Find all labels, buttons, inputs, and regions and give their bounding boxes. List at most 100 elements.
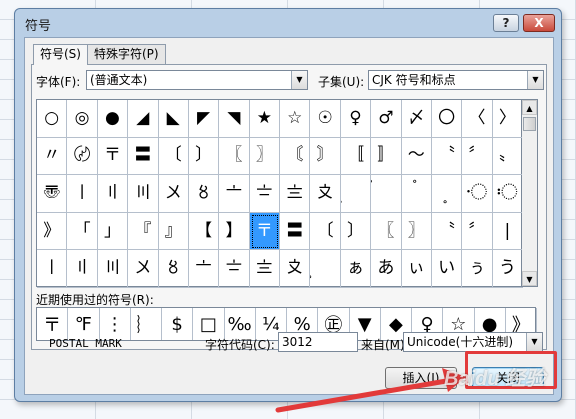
symbol-cell[interactable]: 〛 [371,137,402,176]
symbol-cell[interactable]: 〡 [67,175,98,213]
symbol-cell[interactable]: 〉 [492,100,523,138]
tab-special-characters[interactable]: 特殊字符(P) [87,44,166,64]
symbol-cell[interactable]: 〇 [431,100,463,138]
symbol-cell[interactable]: 〖 [371,212,402,251]
symbol-cell[interactable]: ☉ [310,100,341,138]
symbol-cell[interactable]: 〪 [310,250,341,288]
symbol-cell[interactable]: 〥 [158,250,189,288]
close-window-button[interactable]: X [523,14,555,32]
symbol-cell[interactable]: 〕 [340,212,372,251]
help-button[interactable]: ? [493,14,519,32]
font-select[interactable]: (普通文本) ▼ [86,70,308,90]
recent-symbol-cell[interactable]: $ [162,308,194,340]
symbol-cell[interactable]: 〗 [249,137,280,176]
symbol-cell[interactable]: 〨 [249,250,280,288]
symbol-cell[interactable]: 》 [37,212,68,251]
symbol-cell[interactable]: 〟 [492,137,523,176]
symbol-cell[interactable]: 〜 [401,137,432,176]
symbol-cell[interactable]: 〒 [249,212,280,251]
recent-symbol-cell[interactable]: ︴ [131,308,162,340]
chevron-down-icon[interactable]: ▼ [291,71,307,89]
symbol-cell[interactable]: ◎ [67,100,98,138]
symbol-cell[interactable]: 〓 [128,137,159,176]
symbol-cell[interactable]: 〈 [462,100,493,138]
symbol-cell[interactable]: 「 [67,212,98,251]
symbol-cell[interactable]: 〤 [158,175,189,213]
scrollbar-thumb[interactable] [523,117,536,131]
symbol-cell[interactable]: ◣ [158,100,189,138]
symbol-cell[interactable]: 〘 [280,137,311,176]
symbol-cell[interactable]: 〧 [219,250,250,288]
symbol-grid-scrollbar[interactable]: ▲ ▼ [522,99,538,287]
symbol-cell[interactable]: 〤 [128,250,159,288]
symbol-cell[interactable]: 〥 [188,175,220,213]
symbol-cell[interactable]: 〩 [310,175,341,213]
symbol-cell[interactable]: 〖 [219,137,250,176]
symbol-cell[interactable]: 】 [219,212,250,251]
symbol-cell[interactable]: 〆 [401,100,432,138]
symbol-cell[interactable]: 〢 [67,250,98,288]
chevron-down-icon[interactable]: ▼ [527,71,543,89]
symbol-cell[interactable]: 〝 [431,137,463,176]
symbol-cell[interactable]: ◥ [219,100,250,138]
symbol-cell[interactable]: 〫 [371,175,402,213]
symbol-cell[interactable]: 〓 [280,212,311,251]
symbol-cell[interactable]: 〙 [310,137,341,176]
symbol-cell[interactable]: ○ [37,100,68,138]
symbol-cell[interactable]: う [492,250,523,288]
symbol-cell[interactable]: 〧 [249,175,280,213]
symbol-cell[interactable]: あ [371,250,402,288]
symbol-cell[interactable]: 〦 [219,175,250,213]
symbol-cell[interactable]: 〣 [97,250,129,288]
symbol-cell[interactable]: い [431,250,463,288]
recent-symbol-cell[interactable]: 〒 [37,308,69,340]
scroll-up-icon[interactable]: ▲ [522,100,537,115]
symbol-cell[interactable]: 〯 [492,175,523,213]
symbol-cell[interactable]: | [492,212,523,251]
symbol-cell[interactable]: ◢ [128,100,159,138]
symbol-cell[interactable]: 〦 [188,250,220,288]
symbol-cell[interactable]: 【 [188,212,220,251]
symbol-cell[interactable]: 〞 [462,212,493,251]
symbol-cell[interactable]: 〗 [401,212,432,251]
symbol-cell[interactable]: 〒 [97,137,129,176]
title-bar[interactable]: 符号 ? X [15,9,561,37]
symbol-cell[interactable]: 〨 [280,175,311,213]
symbol-cell[interactable]: ◤ [188,100,220,138]
symbol-cell[interactable]: 」 [97,212,129,251]
scroll-down-icon[interactable]: ▼ [522,271,537,286]
symbol-cell[interactable]: 〝 [431,212,463,251]
subset-select[interactable]: CJK 符号和标点 ▼ [368,70,544,90]
symbol-cell[interactable]: 〄 [67,137,98,176]
recent-symbol-cell[interactable]: ⋮ [100,308,131,340]
symbol-cell[interactable]: 〔 [310,212,341,251]
symbol-cell[interactable]: 〬 [401,175,432,213]
symbol-cell[interactable]: 〢 [97,175,129,213]
symbol-cell[interactable]: 〞 [462,137,493,176]
symbol-cell[interactable]: 〠 [37,175,68,213]
symbol-cell[interactable]: ぁ [340,250,372,288]
symbol-cell[interactable]: ● [97,100,129,138]
char-code-input[interactable]: 3012 [278,332,358,352]
symbol-cell[interactable]: 〪 [340,175,372,213]
symbol-cell[interactable]: 〡 [37,250,68,288]
symbol-cell[interactable]: ぅ [462,250,493,288]
chevron-down-icon[interactable]: ▼ [526,333,542,351]
symbol-cell[interactable]: 〚 [340,137,372,176]
symbol-cell[interactable]: ★ [249,100,280,138]
symbol-cell[interactable]: ♂ [371,100,402,138]
symbol-cell[interactable]: 〔 [158,137,189,176]
symbol-cell[interactable]: ぃ [401,250,432,288]
symbol-cell[interactable]: 『 [128,212,159,251]
symbol-cell[interactable]: ☆ [280,100,311,138]
symbol-cell[interactable]: 〣 [128,175,159,213]
symbol-cell[interactable]: ♀ [340,100,372,138]
tab-symbols[interactable]: 符号(S) [33,44,88,65]
symbol-cell[interactable]: 〮 [462,175,493,213]
symbol-cell[interactable]: 〭 [431,175,463,213]
symbol-cell[interactable]: 〕 [188,137,220,176]
symbol-cell[interactable]: 〩 [280,250,311,288]
symbol-cell[interactable]: 〃 [37,137,68,176]
recent-symbol-cell[interactable]: ℉ [68,308,100,340]
from-select[interactable]: Unicode(十六进制) ▼ [403,332,543,352]
